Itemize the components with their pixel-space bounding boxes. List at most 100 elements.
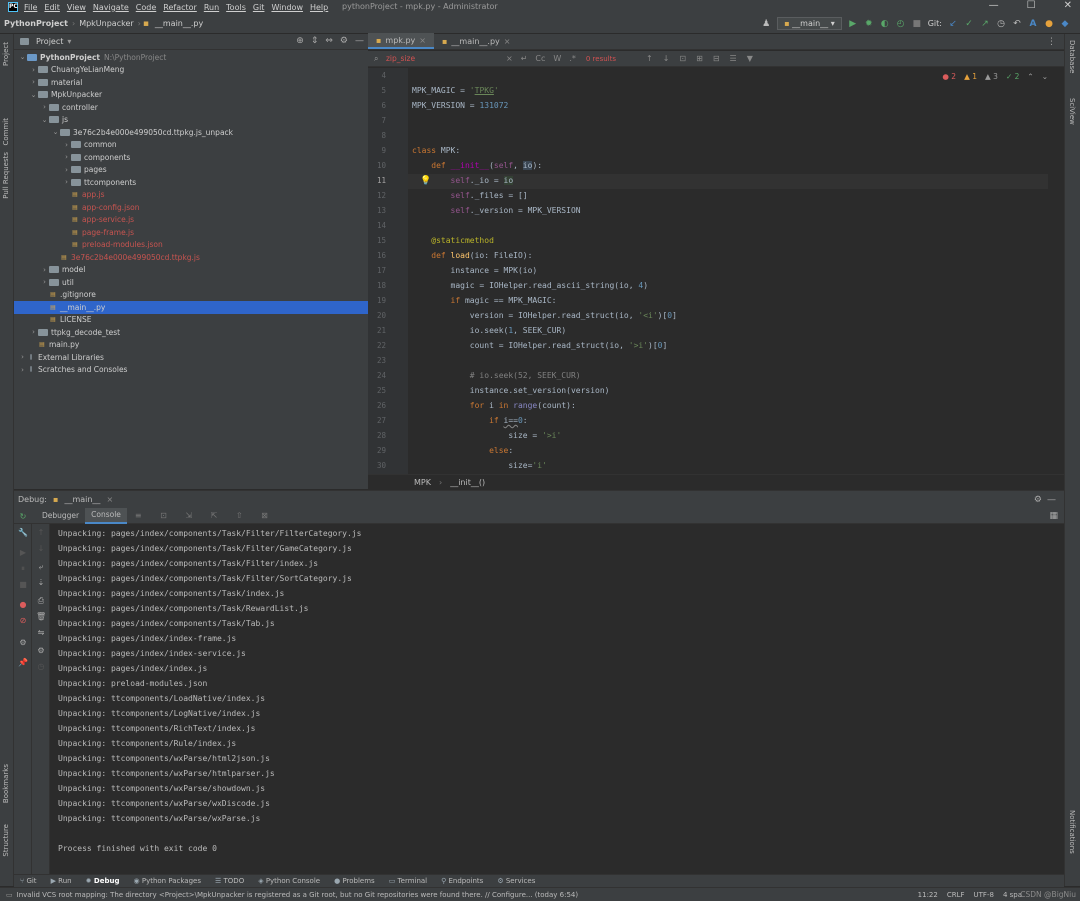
caret-position[interactable]: 11:22 <box>918 891 938 899</box>
line-number[interactable]: 15 <box>368 236 386 245</box>
tab-menu-icon[interactable]: ⋮ <box>1047 37 1056 47</box>
chevron-right-icon[interactable]: › <box>40 103 49 111</box>
chevron-right-icon[interactable]: › <box>29 78 38 86</box>
view-dropdown-icon[interactable]: ▾ <box>67 37 71 46</box>
database-tool-button[interactable]: Database <box>1068 40 1076 73</box>
new-line-icon[interactable]: ↵ <box>521 54 528 63</box>
line-number[interactable]: 4 <box>368 71 386 80</box>
line-number[interactable]: 20 <box>368 311 386 320</box>
menu-view[interactable]: View <box>67 3 86 12</box>
tool-python-packages[interactable]: ◉ Python Packages <box>134 877 202 885</box>
tool-run[interactable]: ▶ Run <box>51 877 72 885</box>
previous-occurrence-icon[interactable]: ↑ <box>646 54 653 63</box>
tree-item[interactable]: ▤ app.js <box>14 189 368 202</box>
chevron-down-icon[interactable]: ⌄ <box>51 128 60 136</box>
tree-item[interactable]: ▤ app-config.json <box>14 201 368 214</box>
line-number[interactable]: 26 <box>368 401 386 410</box>
soft-wrap-icon[interactable]: ⤶ <box>36 562 46 572</box>
next-occurrence-icon[interactable]: ↓ <box>663 54 670 63</box>
history-icon[interactable]: ◷ <box>996 19 1006 29</box>
select-all-icon[interactable]: ☰ <box>730 54 737 63</box>
breadcrumb-class[interactable]: MPK <box>414 478 431 487</box>
tree-item[interactable]: ▤ app-service.js <box>14 214 368 227</box>
tree-item[interactable]: › common <box>14 139 368 152</box>
line-number[interactable]: 14 <box>368 221 386 230</box>
chevron-right-icon[interactable]: › <box>62 178 71 186</box>
run-configuration-select[interactable]: ▪ __main__ ▾ <box>777 17 842 30</box>
menu-help[interactable]: Help <box>310 3 328 12</box>
line-separator[interactable]: CRLF <box>947 891 965 899</box>
open-in-window-icon[interactable]: ⊡ <box>679 54 686 63</box>
match-case-toggle[interactable]: Cc <box>535 54 545 63</box>
tab-console[interactable]: Console <box>85 507 127 524</box>
breadcrumb-folder[interactable]: MpkUnpacker <box>75 19 137 28</box>
line-number[interactable]: 12 <box>368 191 386 200</box>
tree-item[interactable]: › util <box>14 276 368 289</box>
line-number[interactable]: 22 <box>368 341 386 350</box>
tree-item[interactable]: › ttpkg_decode_test <box>14 326 368 339</box>
git-commit-icon[interactable]: ✓ <box>964 19 974 29</box>
pull-requests-tool-button[interactable]: Pull Requests <box>2 152 10 199</box>
menu-refactor[interactable]: Refactor <box>163 3 197 12</box>
hide-panel-icon[interactable]: — <box>355 36 364 46</box>
line-number[interactable]: 28 <box>368 431 386 440</box>
wrench-icon[interactable]: 🔧 <box>18 528 28 538</box>
jetbrains-icon[interactable]: ◆ <box>1060 19 1070 29</box>
rollback-icon[interactable]: ↶ <box>1012 19 1022 29</box>
line-number[interactable]: 16 <box>368 251 386 260</box>
tree-item[interactable]: ▤ main.py <box>14 339 368 352</box>
tab-main-py[interactable]: ▪ __main__.py × <box>434 33 518 49</box>
line-number[interactable]: 25 <box>368 386 386 395</box>
line-number[interactable]: 6 <box>368 101 386 110</box>
chevron-right-icon[interactable]: › <box>62 141 71 149</box>
tree-item[interactable]: ▤ page-frame.js <box>14 226 368 239</box>
maximize-button[interactable]: ☐ <box>1027 0 1036 11</box>
stop-icon[interactable]: ■ <box>912 19 922 29</box>
scroll-up-icon[interactable]: ↑ <box>36 528 46 538</box>
breadcrumb-method[interactable]: __init__() <box>450 478 485 487</box>
ide-updates-icon[interactable]: ● <box>1044 19 1054 29</box>
file-encoding[interactable]: UTF-8 <box>974 891 994 899</box>
menu-code[interactable]: Code <box>136 3 156 12</box>
menu-git[interactable]: Git <box>253 3 265 12</box>
git-push-icon[interactable]: ↗ <box>980 19 990 29</box>
line-number[interactable]: 9 <box>368 146 386 155</box>
line-number[interactable]: 21 <box>368 326 386 335</box>
indent-setting[interactable]: 4 spa <box>1003 891 1022 899</box>
close-tab-icon[interactable]: × <box>504 37 511 46</box>
tree-item[interactable]: › ChuangYeLianMeng <box>14 64 368 77</box>
line-number[interactable]: 5 <box>368 86 386 95</box>
console-settings-icon[interactable]: ⚙ <box>36 646 46 656</box>
menu-window[interactable]: Window <box>271 3 303 12</box>
breadcrumb-file[interactable]: __main__.py <box>151 19 207 28</box>
tree-item[interactable]: ⌄ PythonProject N:\PythonProject <box>14 51 368 64</box>
sciview-tool-button[interactable]: SciView <box>1068 98 1076 125</box>
chevron-up-icon[interactable]: ⌃ <box>1027 72 1033 81</box>
hide-panel-icon[interactable]: — <box>1047 495 1056 505</box>
chevron-down-icon[interactable]: ⌄ <box>29 91 38 99</box>
line-number[interactable]: 18 <box>368 281 386 290</box>
menu-edit[interactable]: Edit <box>44 3 60 12</box>
filter-icon[interactable]: ▼ <box>747 54 753 63</box>
close-session-icon[interactable]: × <box>106 495 113 504</box>
chevron-right-icon[interactable]: › <box>62 166 71 174</box>
settings-gear-icon[interactable]: ⚙ <box>340 36 348 46</box>
tool-git[interactable]: ⑂ Git <box>20 877 37 885</box>
select-opened-file-icon[interactable]: ⊕ <box>296 36 304 46</box>
code-editor[interactable]: 4 5 6 7 8 9 10 11 12 13 14 15 16 17 18 19 20 21 22 23 24 25 26… <box>368 68 1064 474</box>
print-icon[interactable]: ⎙ <box>36 596 46 606</box>
structure-tool-button[interactable]: Structure <box>2 824 10 857</box>
line-number[interactable]: 24 <box>368 371 386 380</box>
layout-icon[interactable]: ▦ <box>1049 511 1058 521</box>
scroll-down-icon[interactable]: ↓ <box>36 544 46 554</box>
regex-toggle[interactable]: .* <box>569 54 576 63</box>
breadcrumb-project[interactable]: PythonProject <box>0 19 72 28</box>
close-tab-icon[interactable]: × <box>419 36 426 45</box>
tool-python-console[interactable]: ◈ Python Console <box>258 877 320 885</box>
tool-services[interactable]: ⚙ Services <box>497 877 535 885</box>
line-number[interactable]: 19 <box>368 296 386 305</box>
chevron-right-icon[interactable]: › <box>40 266 49 274</box>
line-number[interactable]: 17 <box>368 266 386 275</box>
bookmarks-tool-button[interactable]: Bookmarks <box>2 764 10 803</box>
commit-tool-button[interactable]: Commit <box>2 118 10 146</box>
